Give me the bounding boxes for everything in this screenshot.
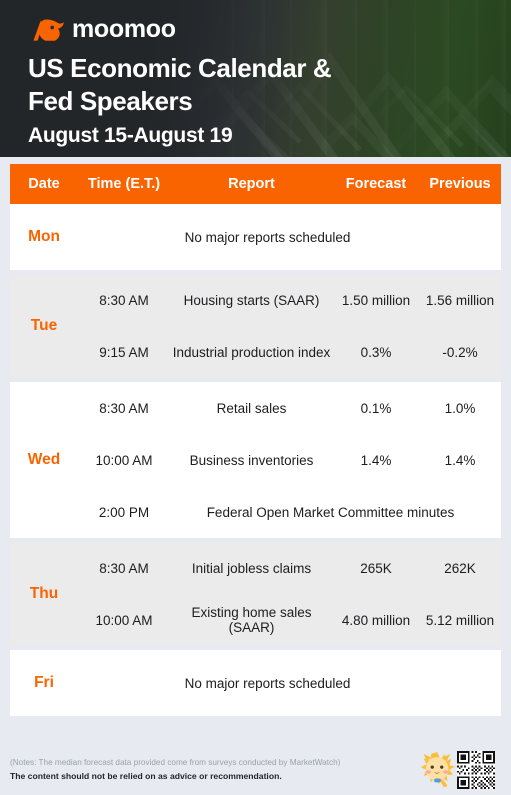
day-block-wed: Wed 8:30 AM Retail sales 0.1% 1.0% 10:00… <box>10 382 501 538</box>
brand-name: moomoo <box>72 14 176 43</box>
cell-report: Housing starts (SAAR) <box>183 292 320 308</box>
no-reports-message-mon: No major reports scheduled <box>184 229 351 245</box>
footer-disclaimer: The content should not be relied on as a… <box>10 771 282 782</box>
table-row: 9:15 AM Industrial production index 0.3%… <box>78 326 501 378</box>
table-column-header: Date Time (E.T.) Report Forecast Previou… <box>10 164 501 204</box>
qr-code-icon[interactable] <box>457 751 495 789</box>
day-rows-thu: 8:30 AM Initial jobless claims 265K 262K… <box>78 542 501 646</box>
brand-logo: moomoo <box>28 14 331 44</box>
footer-text-block: (Notes: The median forecast data provide… <box>10 757 418 783</box>
column-header-previous: Previous <box>429 176 491 192</box>
cell-report: Business inventories <box>189 452 314 468</box>
column-header-report: Report <box>228 176 275 192</box>
cell-time: 10:00 AM <box>95 452 153 468</box>
cell-forecast: 4.80 million <box>341 612 411 628</box>
cell-forecast: 1.50 million <box>341 292 411 308</box>
footer-note: (Notes: The median forecast data provide… <box>10 757 341 767</box>
cell-report: Existing home sales (SAAR) <box>191 605 312 635</box>
cell-report: Federal Open Market Committee minutes <box>206 504 455 520</box>
cell-previous: 1.4% <box>444 452 476 468</box>
day-rows-wed: 8:30 AM Retail sales 0.1% 1.0% 10:00 AM … <box>78 382 501 538</box>
cell-forecast: 0.1% <box>360 400 392 416</box>
moomoo-bull-logo-icon <box>33 19 64 41</box>
day-label-fri: Fri <box>34 674 54 691</box>
column-header-forecast: Forecast <box>345 176 407 192</box>
day-block-fri: Fri No major reports scheduled <box>10 650 501 716</box>
moomoo-mascot-icon <box>420 751 456 788</box>
cell-previous: 5.12 million <box>425 612 495 628</box>
cell-time: 10:00 AM <box>95 612 153 628</box>
cell-time: 9:15 AM <box>99 344 149 360</box>
cell-previous: 1.0% <box>444 400 476 416</box>
cell-time: 8:30 AM <box>99 292 149 308</box>
calendar-table: moomoo Date Time (E.T.) Report Forecast … <box>10 164 501 716</box>
day-block-mon: Mon No major reports scheduled <box>10 204 501 270</box>
cell-forecast: 0.3% <box>360 344 392 360</box>
cell-forecast: 265K <box>360 560 392 576</box>
table-row: 10:00 AM Existing home sales (SAAR) 4.80… <box>78 594 501 646</box>
table-row: 8:30 AM Retail sales 0.1% 1.0% <box>78 382 501 434</box>
day-rows-fri: No major reports scheduled <box>78 650 501 716</box>
cell-time: 8:30 AM <box>99 560 149 576</box>
day-label-thu: Thu <box>29 585 59 602</box>
table-row: 8:30 AM Housing starts (SAAR) 1.50 milli… <box>78 274 501 326</box>
cell-report: Retail sales <box>216 400 287 416</box>
day-label-mon: Mon <box>28 228 60 245</box>
day-label-wed: Wed <box>27 451 61 468</box>
cell-forecast: 1.4% <box>360 452 392 468</box>
day-rows-mon: No major reports scheduled <box>78 204 501 270</box>
header-content: moomoo US Economic Calendar & Fed Speake… <box>28 14 332 147</box>
cell-previous: 262K <box>444 560 476 576</box>
page-footer: (Notes: The median forecast data provide… <box>0 745 511 795</box>
day-block-thu: Thu 8:30 AM Initial jobless claims 265K … <box>10 542 501 646</box>
cell-time: 2:00 PM <box>98 504 150 520</box>
page-date-range: August 15-August 19 <box>28 123 233 147</box>
table-row: No major reports scheduled <box>78 204 501 270</box>
no-reports-message-fri: No major reports scheduled <box>184 675 351 691</box>
day-rows-tue: 8:30 AM Housing starts (SAAR) 1.50 milli… <box>78 274 501 378</box>
table-row: 8:30 AM Initial jobless claims 265K 262K <box>78 542 501 594</box>
footer-icons <box>418 750 495 790</box>
cell-report: Industrial production index <box>172 344 331 360</box>
cell-previous: 1.56 million <box>425 292 495 308</box>
column-header-time: Time (E.T.) <box>87 176 161 192</box>
day-label-tue: Tue <box>30 317 58 334</box>
cell-report: Initial jobless claims <box>191 560 312 576</box>
table-row: No major reports scheduled <box>78 650 501 716</box>
page-header: moomoo US Economic Calendar & Fed Speake… <box>0 0 511 157</box>
table-row: 10:00 AM Business inventories 1.4% 1.4% <box>78 434 501 486</box>
column-header-date: Date <box>28 176 60 192</box>
table-row: 2:00 PM Federal Open Market Committee mi… <box>78 486 501 538</box>
cell-time: 8:30 AM <box>99 400 149 416</box>
day-block-tue: Tue 8:30 AM Housing starts (SAAR) 1.50 m… <box>10 274 501 378</box>
cell-previous: -0.2% <box>442 344 478 360</box>
page-title: US Economic Calendar & Fed Speakers <box>28 53 332 116</box>
